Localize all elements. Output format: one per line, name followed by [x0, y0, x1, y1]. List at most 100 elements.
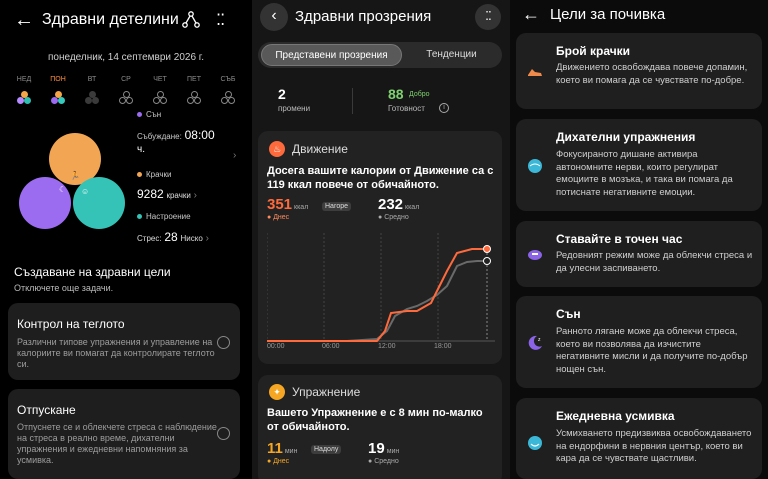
sleep-moon-icon: z: [528, 335, 542, 350]
x-tick-label: 06:00: [322, 343, 340, 350]
unit: ккал: [405, 204, 420, 211]
share-icon[interactable]: [181, 10, 201, 30]
average-point: [483, 257, 491, 265]
movement-today: 351 ккал: [267, 196, 308, 213]
exercise-today: 11 мин: [267, 440, 297, 457]
day-mon[interactable]: ПОН: [44, 76, 72, 104]
card-title: Ставайте в точен час: [556, 232, 683, 246]
movement-text: Досега вашите калории от Движение са с 1…: [267, 165, 494, 191]
x-tick-label: 12:00: [378, 343, 396, 350]
day-label: СР: [121, 76, 131, 83]
divider: [352, 88, 353, 114]
movement-avg-value: 232: [378, 196, 404, 213]
goal-radio[interactable]: [217, 427, 230, 440]
svg-text:z: z: [538, 337, 541, 343]
x-tick-label: 18:00: [434, 343, 452, 350]
x-tick-label: 00:00: [267, 343, 285, 350]
relax-card-wakeup[interactable]: Ставайте в точен час Редовният режим мож…: [516, 221, 762, 287]
steps-leaf: [73, 177, 125, 229]
card-desc: Движението освобождава повече допамин, к…: [556, 62, 748, 86]
day-label: ЧЕТ: [153, 76, 167, 83]
today-line: [267, 248, 487, 342]
goal-card-desc: Отпуснете се и облекчете стреса с наблюд…: [17, 422, 217, 465]
chevron-right-icon: ›: [193, 190, 197, 201]
breathing-icon: [528, 159, 542, 173]
today-point: [483, 245, 491, 253]
day-wed[interactable]: СР: [112, 76, 140, 104]
wake-stat: Събуждане: 08:00: [137, 128, 247, 142]
exercise-card[interactable]: ✦ Упражнение Вашето Упражнение е с 8 мин…: [258, 375, 502, 479]
goal-radio[interactable]: [217, 336, 230, 349]
running-icon: 🏃: [70, 171, 80, 180]
back-arrow-icon[interactable]: ←: [14, 10, 34, 30]
goals-subtitle: Отключете още задачи.: [14, 283, 114, 293]
readiness-label: Готовност: [388, 104, 425, 113]
trend-tag: Нагоре: [322, 202, 352, 211]
day-tue[interactable]: ВТ: [78, 76, 106, 104]
goal-card-weight[interactable]: Контрол на теглото Различни типове упраж…: [8, 303, 240, 380]
day-thu[interactable]: ЧЕТ: [146, 76, 174, 104]
back-arrow-icon[interactable]: ←: [522, 4, 540, 25]
day-sat[interactable]: СЪБ: [214, 76, 242, 104]
moon-icon: ☾: [59, 185, 67, 194]
day-clover-icon: [119, 91, 133, 104]
smile-icon: ☺: [81, 187, 90, 196]
shoe-icon: [528, 69, 542, 76]
more-options-icon[interactable]: ⁚⁚: [216, 10, 225, 30]
day-sun[interactable]: НЕД: [10, 76, 38, 104]
goals-title: Създаване на здравни цели: [14, 265, 171, 279]
chevron-right-icon: ›: [233, 150, 237, 161]
unit: мин: [386, 448, 400, 455]
goal-card-relax[interactable]: Отпускане Отпуснете се и облекчете стрес…: [8, 389, 240, 479]
relax-card-smile[interactable]: Ежедневна усмивка Усмихването предизвикв…: [516, 398, 762, 479]
day-label: НЕД: [16, 76, 32, 83]
health-clover-screen: ← Здравни детелини ⁚⁚ понеделник, 14 сеп…: [0, 0, 252, 479]
day-clover-icon: [221, 91, 235, 104]
stress-stat: Стрес: 28 Ниско ›: [137, 230, 209, 244]
today-legend: ● Днес: [267, 214, 290, 221]
card-title: Брой крачки: [556, 44, 631, 58]
date-label: понеделник, 14 септември 2026 г.: [47, 52, 205, 63]
back-button[interactable]: ‹: [260, 3, 288, 31]
health-insights-screen: ‹ Здравни прозрения ⁚⁚ Представени прозр…: [252, 0, 510, 479]
day-clover-icon: [85, 91, 99, 104]
readiness-badge: Добро: [409, 91, 430, 98]
relax-card-sleep[interactable]: z Сън Ранното лягане може да облекчи стр…: [516, 296, 762, 388]
card-desc: Ранното лягане може да облекчи стреса, к…: [556, 326, 748, 375]
sleep-legend: Сън: [137, 110, 161, 119]
page-title: Цели за почивка: [550, 6, 666, 23]
chevron-right-icon: ›: [205, 233, 209, 244]
day-fri[interactable]: ПЕТ: [180, 76, 208, 104]
steps-legend: Крачки: [137, 170, 172, 179]
trend-tag: Надолу: [311, 445, 342, 454]
week-day-selector: НЕД ПОН ВТ СР ЧЕТ ПЕТ СЪБ: [10, 76, 242, 104]
stress-level: Ниско: [180, 234, 203, 243]
steps-value: 9282: [137, 187, 164, 201]
health-clover-chart[interactable]: 🏃 ☾ ☺: [15, 125, 135, 235]
goal-card-title: Контрол на теглото: [17, 317, 125, 331]
average-line: [267, 260, 487, 342]
more-options-icon: ⁚⁚: [485, 9, 492, 23]
card-title: Ежедневна усмивка: [556, 409, 675, 423]
movement-card[interactable]: ♨ Движение Досега вашите калории от Движ…: [258, 131, 502, 364]
alarm-icon: [528, 250, 542, 260]
steps-stat: 9282 крачки ›: [137, 187, 197, 201]
unit: мин: [284, 448, 298, 455]
card-desc: Фокусираното дишане активира автономните…: [556, 149, 733, 198]
relax-card-breathing[interactable]: Дихателни упражнения Фокусираното дишане…: [516, 119, 762, 211]
day-clover-icon: [153, 91, 167, 104]
average-legend: ● Средно: [368, 458, 399, 465]
exercise-icon: ✦: [269, 384, 285, 400]
tab-trends[interactable]: Тенденции: [404, 44, 499, 66]
average-legend: ● Средно: [378, 214, 409, 221]
relax-card-steps[interactable]: Брой крачки Движението освобождава повеч…: [516, 33, 762, 109]
day-label: ПОН: [50, 76, 66, 83]
tab-insights[interactable]: Представени прозрения: [261, 44, 402, 66]
more-options-button[interactable]: ⁚⁚: [475, 4, 501, 30]
wake-label: Събуждане:: [137, 132, 182, 141]
day-clover-icon: [187, 91, 201, 104]
flame-icon: ♨: [269, 141, 285, 157]
insights-tab-bar: Представени прозрения Тенденции: [258, 42, 502, 68]
exercise-title: Упражнение: [292, 385, 361, 399]
info-icon[interactable]: i: [439, 103, 449, 113]
